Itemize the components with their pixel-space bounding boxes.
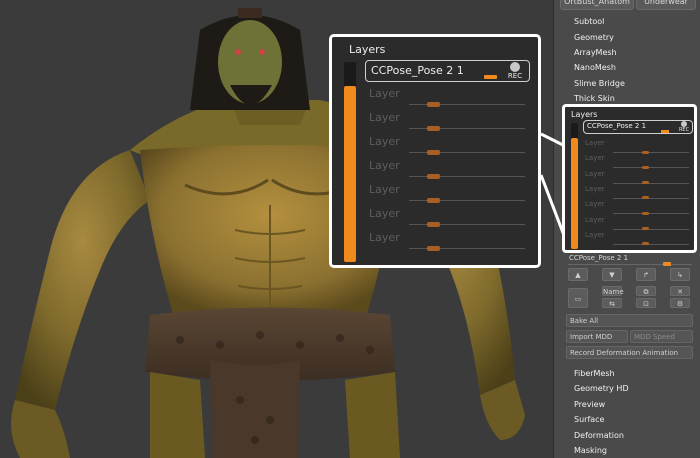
rec-label-small: REC xyxy=(678,127,690,133)
rec-label-zoomed: REC xyxy=(507,72,523,80)
layer-slider-knob-small[interactable] xyxy=(642,227,649,230)
rec-dot-icon-zoomed xyxy=(510,62,520,72)
layer-name-small: Layer xyxy=(585,154,605,163)
layer-intensity-bar-zoomed[interactable] xyxy=(344,62,356,262)
layer-row-zoomed[interactable]: Layer xyxy=(369,111,529,135)
layer-slider-knob-small[interactable] xyxy=(642,196,649,200)
active-layer-row-zoomed[interactable]: CCPose_Pose 2 1 REC xyxy=(365,60,530,82)
layer-name-zoomed: Layer xyxy=(369,135,400,148)
layer-row-small[interactable]: Layer xyxy=(585,216,693,231)
layer-intensity-bar-small[interactable] xyxy=(571,123,578,249)
active-layer-name-zoomed: CCPose_Pose 2 1 xyxy=(371,64,464,77)
layer-slider-track-small[interactable] xyxy=(613,213,689,215)
layers-panel-small: Layers CCPose_Pose 2 1 REC Layer Layer Lay… xyxy=(562,104,697,253)
layer-slider-knob-small[interactable] xyxy=(642,211,649,215)
layer-slider-track-small[interactable] xyxy=(613,152,689,153)
layer-row-small[interactable]: Layer xyxy=(585,139,693,154)
layers-title-zoomed: Layers xyxy=(349,43,386,56)
layers-panel-zoomed: Layers CCPose_Pose 2 1 REC Layer Layer Lay… xyxy=(329,34,541,268)
layer-name-small: Layer xyxy=(585,230,605,239)
layer-slider-knob-zoomed[interactable] xyxy=(427,173,440,179)
layer-name-zoomed: Layer xyxy=(369,183,400,196)
layer-row-small[interactable]: Layer xyxy=(585,154,693,169)
rec-button-small[interactable]: REC xyxy=(677,121,691,133)
layer-intensity-fill-small xyxy=(571,138,578,249)
layer-name-zoomed: Layer xyxy=(369,159,400,172)
layer-name-small: Layer xyxy=(585,184,605,193)
layer-row-small[interactable]: Layer xyxy=(585,200,693,215)
layer-slider-knob-zoomed[interactable] xyxy=(427,125,440,131)
active-layer-row-small[interactable]: CCPose_Pose 2 1 REC xyxy=(583,120,693,134)
layer-slider-knob-zoomed[interactable] xyxy=(427,149,440,155)
layer-slider-knob-small[interactable] xyxy=(642,181,649,185)
layer-name-zoomed: Layer xyxy=(369,207,400,220)
layer-row-zoomed[interactable]: Layer xyxy=(369,183,529,207)
layers-title-small: Layers xyxy=(571,110,598,119)
layer-row-zoomed[interactable]: Layer xyxy=(369,87,529,111)
layer-slider-knob-zoomed[interactable] xyxy=(427,221,440,227)
layer-name-small: Layer xyxy=(585,169,605,178)
active-layer-knob-small[interactable] xyxy=(661,130,669,133)
layer-intensity-fill-zoomed xyxy=(344,86,356,262)
layer-row-small[interactable]: Layer xyxy=(585,231,693,246)
layer-slider-track-small[interactable] xyxy=(613,228,689,230)
layer-name-small: Layer xyxy=(585,200,605,209)
layer-slider-knob-zoomed[interactable] xyxy=(427,197,440,203)
layer-row-zoomed[interactable]: Layer xyxy=(369,159,529,183)
layer-slider-knob-zoomed[interactable] xyxy=(427,101,440,107)
layer-slider-track-small[interactable] xyxy=(613,243,689,245)
active-layer-knob-zoomed[interactable] xyxy=(484,75,497,79)
rec-button-zoomed[interactable]: REC xyxy=(504,62,526,80)
layer-row-small[interactable]: Layer xyxy=(585,170,693,185)
layer-slider-knob-zoomed[interactable] xyxy=(427,245,440,251)
layer-name-small: Layer xyxy=(585,215,605,224)
layer-name-zoomed: Layer xyxy=(369,87,400,100)
layer-name-zoomed: Layer xyxy=(369,231,400,244)
layer-row-small[interactable]: Layer xyxy=(585,185,693,200)
active-layer-name-small: CCPose_Pose 2 1 xyxy=(587,122,647,130)
layer-row-zoomed[interactable]: Layer xyxy=(369,135,529,159)
layer-slider-knob-small[interactable] xyxy=(642,165,649,169)
layer-row-zoomed[interactable]: Layer xyxy=(369,207,529,231)
layer-name-small: Layer xyxy=(585,139,605,147)
layer-row-zoomed[interactable]: Layer xyxy=(369,231,529,255)
layer-slider-track-small[interactable] xyxy=(613,182,689,184)
layer-name-zoomed: Layer xyxy=(369,111,400,124)
layer-slider-knob-small[interactable] xyxy=(642,242,649,246)
layer-slider-track-small[interactable] xyxy=(613,197,689,199)
layer-slider-knob-small[interactable] xyxy=(642,150,649,154)
layer-slider-track-small[interactable] xyxy=(613,167,689,169)
